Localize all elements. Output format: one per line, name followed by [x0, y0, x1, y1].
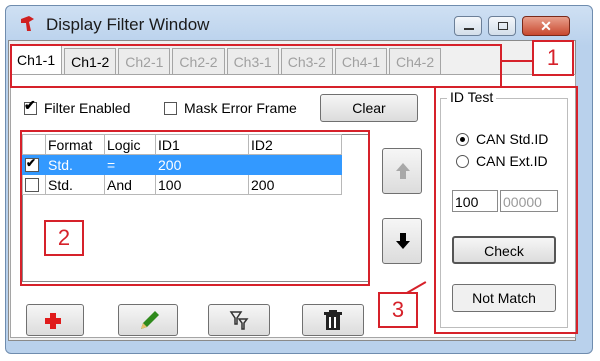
- window-title: Display Filter Window: [46, 15, 210, 34]
- add-icon: [45, 313, 61, 329]
- maximize-button[interactable]: [488, 16, 516, 36]
- filter-settings-button[interactable]: [208, 304, 270, 336]
- annotation-frame-tabs: [10, 44, 502, 88]
- close-icon: ✕: [540, 18, 552, 34]
- move-up-button[interactable]: [382, 148, 422, 194]
- annotation-frame-grid: [20, 130, 370, 286]
- mask-error-frame-label: Mask Error Frame: [184, 100, 297, 116]
- filter-enabled-label: Filter Enabled: [44, 100, 131, 116]
- minimize-icon: [464, 28, 474, 30]
- delete-filter-button[interactable]: [302, 304, 364, 336]
- delete-trash-icon: [324, 310, 342, 330]
- edit-filter-button[interactable]: [118, 304, 178, 336]
- close-button[interactable]: ✕: [522, 16, 570, 36]
- app-logo-icon: [21, 16, 34, 31]
- mask-error-frame-checkbox[interactable]: [164, 102, 177, 115]
- clear-button[interactable]: Clear: [320, 94, 418, 122]
- minimize-button[interactable]: [454, 16, 482, 36]
- arrow-down-icon: [396, 233, 410, 249]
- move-down-button[interactable]: [382, 218, 422, 264]
- callout-1: 1: [532, 40, 574, 76]
- arrow-up-icon: [396, 163, 410, 179]
- callout-3: 3: [378, 292, 418, 328]
- add-filter-button[interactable]: [26, 304, 84, 336]
- edit-pencil-icon: [141, 311, 159, 329]
- checkmark-icon: ✔: [24, 97, 36, 113]
- annotation-frame-id-test: [434, 86, 578, 334]
- maximize-icon: [498, 22, 508, 30]
- callout-2: 2: [44, 220, 84, 256]
- title-bar: Display Filter Window ✕: [6, 6, 592, 42]
- callout-1-leader: [500, 60, 534, 62]
- filter-icon: [229, 311, 249, 330]
- filter-enabled-checkbox[interactable]: ✔: [24, 98, 37, 115]
